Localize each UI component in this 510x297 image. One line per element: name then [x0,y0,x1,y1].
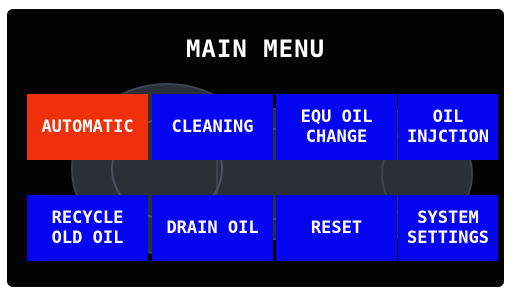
hmi-screen: MAIN MENU AUTOMATIC CLEANING EQU OIL CHA… [7,9,504,287]
equ-oil-change-button[interactable]: EQU OIL CHANGE [276,94,397,160]
system-settings-button[interactable]: SYSTEM SETTINGS [398,195,498,261]
automatic-button[interactable]: AUTOMATIC [27,94,148,160]
recycle-old-oil-button[interactable]: RECYCLE OLD OIL [27,195,148,261]
cleaning-button[interactable]: CLEANING [152,94,273,160]
reset-button[interactable]: RESET [276,195,397,261]
oil-injection-button[interactable]: OIL INJCTION [398,94,498,160]
page-title: MAIN MENU [185,35,326,63]
drain-oil-button[interactable]: DRAIN OIL [152,195,273,261]
